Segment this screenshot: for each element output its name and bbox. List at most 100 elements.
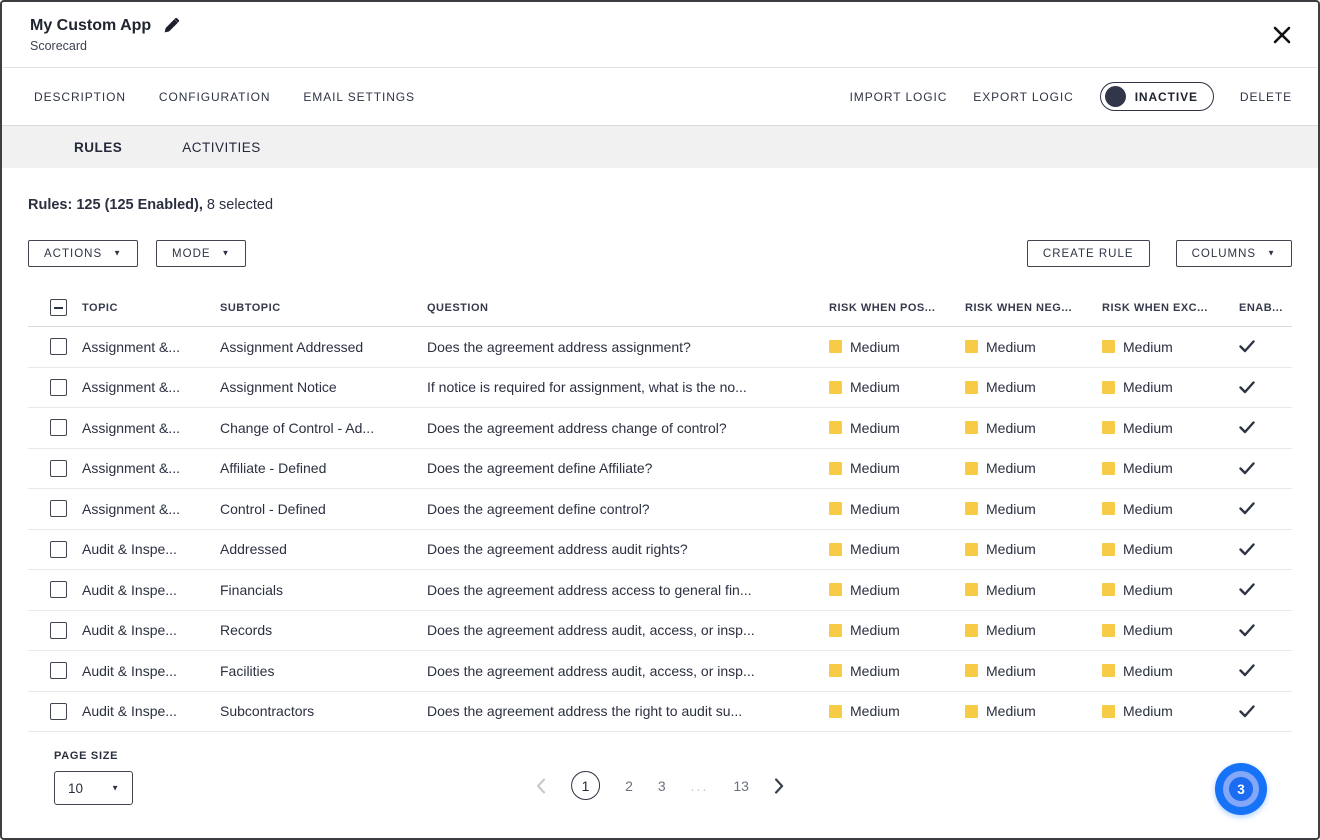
subtopic-cell: Change of Control - Ad... xyxy=(220,420,427,436)
row-checkbox[interactable] xyxy=(50,419,67,436)
walkthrough-step-badge[interactable]: 3 xyxy=(1215,763,1267,815)
delete-button[interactable]: DELETE xyxy=(1240,90,1292,104)
row-checkbox[interactable] xyxy=(50,338,67,355)
app-subtitle: Scorecard xyxy=(30,39,179,53)
risk-level-icon xyxy=(829,705,842,718)
enabled-cell xyxy=(1239,381,1292,394)
chevron-down-icon: ▼ xyxy=(1267,249,1276,258)
actions-dropdown[interactable]: ACTIONS ▼ xyxy=(28,240,138,267)
risk-when-exc-label: Medium xyxy=(1123,460,1173,476)
risk-when-pos-label: Medium xyxy=(850,703,900,719)
risk-level-icon xyxy=(829,421,842,434)
column-header-topic[interactable]: TOPIC xyxy=(82,302,220,314)
topic-cell: Audit & Inspe... xyxy=(82,663,220,679)
column-header-subtopic[interactable]: SUBTOPIC xyxy=(220,302,427,314)
risk-when-pos-cell: Medium xyxy=(829,339,965,355)
row-checkbox[interactable] xyxy=(50,703,67,720)
export-logic-button[interactable]: EXPORT LOGIC xyxy=(973,90,1073,104)
table-row[interactable]: Audit & Inspe... Records Does the agreem… xyxy=(28,611,1292,652)
risk-when-neg-label: Medium xyxy=(986,622,1036,638)
select-all-checkbox[interactable] xyxy=(50,299,67,316)
row-checkbox[interactable] xyxy=(50,622,67,639)
table-row[interactable]: Audit & Inspe... Financials Does the agr… xyxy=(28,570,1292,611)
table-row[interactable]: Audit & Inspe... Facilities Does the agr… xyxy=(28,651,1292,692)
chevron-down-icon: ▼ xyxy=(222,249,231,258)
tab-email-settings[interactable]: EMAIL SETTINGS xyxy=(303,90,415,104)
risk-level-icon xyxy=(1102,502,1115,515)
enabled-cell xyxy=(1239,583,1292,596)
table-row[interactable]: Assignment &... Assignment Notice If not… xyxy=(28,368,1292,409)
close-icon[interactable] xyxy=(1272,25,1292,45)
check-icon xyxy=(1239,664,1255,677)
risk-level-icon xyxy=(829,543,842,556)
tab-activities[interactable]: ACTIVITIES xyxy=(182,140,261,155)
table-row[interactable]: Assignment &... Affiliate - Defined Does… xyxy=(28,449,1292,490)
risk-when-pos-label: Medium xyxy=(850,582,900,598)
risk-when-pos-label: Medium xyxy=(850,501,900,517)
column-header-risk-when-exc[interactable]: RISK WHEN EXC... xyxy=(1102,302,1239,314)
topic-cell: Assignment &... xyxy=(82,460,220,476)
row-checkbox[interactable] xyxy=(50,460,67,477)
risk-when-exc-cell: Medium xyxy=(1102,379,1239,395)
risk-when-exc-cell: Medium xyxy=(1102,541,1239,557)
risk-when-exc-label: Medium xyxy=(1123,339,1173,355)
rules-summary: Rules: 125 (125 Enabled), 8 selected xyxy=(28,197,1292,213)
status-toggle[interactable]: INACTIVE xyxy=(1100,82,1214,111)
risk-when-neg-label: Medium xyxy=(986,460,1036,476)
page-button-13[interactable]: 13 xyxy=(733,778,749,794)
risk-when-neg-cell: Medium xyxy=(965,420,1102,436)
topic-cell: Audit & Inspe... xyxy=(82,622,220,638)
risk-level-icon xyxy=(965,502,978,515)
risk-level-icon xyxy=(829,502,842,515)
subtopic-cell: Facilities xyxy=(220,663,427,679)
subtopic-cell: Assignment Notice xyxy=(220,379,427,395)
tab-description[interactable]: DESCRIPTION xyxy=(34,90,126,104)
create-rule-button[interactable]: CREATE RULE xyxy=(1027,240,1150,267)
column-header-risk-when-neg[interactable]: RISK WHEN NEG... xyxy=(965,302,1102,314)
app-title: My Custom App xyxy=(30,17,151,35)
risk-level-icon xyxy=(829,340,842,353)
edit-title-icon[interactable] xyxy=(163,18,179,34)
risk-when-neg-label: Medium xyxy=(986,379,1036,395)
table-row[interactable]: Audit & Inspe... Addressed Does the agre… xyxy=(28,530,1292,571)
page-size-value: 10 xyxy=(68,781,83,796)
pagination: 1 2 3 ... 13 xyxy=(536,771,784,800)
table-row[interactable]: Assignment &... Change of Control - Ad..… xyxy=(28,408,1292,449)
risk-when-exc-cell: Medium xyxy=(1102,501,1239,517)
tab-rules[interactable]: RULES xyxy=(74,140,122,155)
row-checkbox[interactable] xyxy=(50,662,67,679)
risk-when-neg-label: Medium xyxy=(986,501,1036,517)
columns-dropdown[interactable]: COLUMNS ▼ xyxy=(1176,240,1292,267)
risk-level-icon xyxy=(965,705,978,718)
topic-cell: Assignment &... xyxy=(82,379,220,395)
row-checkbox[interactable] xyxy=(50,541,67,558)
topic-cell: Assignment &... xyxy=(82,339,220,355)
row-checkbox[interactable] xyxy=(50,379,67,396)
previous-page-icon[interactable] xyxy=(536,778,546,794)
page-button-3[interactable]: 3 xyxy=(658,778,666,794)
page-button-2[interactable]: 2 xyxy=(625,778,633,794)
risk-when-pos-cell: Medium xyxy=(829,420,965,436)
header-actions: IMPORT LOGIC EXPORT LOGIC INACTIVE DELET… xyxy=(850,82,1292,111)
next-page-icon[interactable] xyxy=(774,778,784,794)
table-row[interactable]: Audit & Inspe... Subcontractors Does the… xyxy=(28,692,1292,733)
question-cell: Does the agreement address access to gen… xyxy=(427,582,829,598)
sub-tab-bar: RULES ACTIVITIES xyxy=(2,126,1318,168)
column-header-risk-when-pos[interactable]: RISK WHEN POS... xyxy=(829,302,965,314)
row-checkbox[interactable] xyxy=(50,581,67,598)
table-row[interactable]: Assignment &... Assignment Addressed Doe… xyxy=(28,327,1292,368)
page-button-1[interactable]: 1 xyxy=(571,771,600,800)
page-size-control: PAGE SIZE 10 ▼ xyxy=(54,750,133,805)
risk-when-pos-label: Medium xyxy=(850,339,900,355)
risk-when-pos-label: Medium xyxy=(850,622,900,638)
question-cell: Does the agreement address audit, access… xyxy=(427,663,829,679)
tab-configuration[interactable]: CONFIGURATION xyxy=(159,90,270,104)
risk-level-icon xyxy=(965,462,978,475)
table-row[interactable]: Assignment &... Control - Defined Does t… xyxy=(28,489,1292,530)
row-checkbox[interactable] xyxy=(50,500,67,517)
import-logic-button[interactable]: IMPORT LOGIC xyxy=(850,90,948,104)
mode-dropdown[interactable]: MODE ▼ xyxy=(156,240,246,267)
page-size-select[interactable]: 10 ▼ xyxy=(54,771,133,805)
column-header-enabled[interactable]: ENAB... xyxy=(1239,302,1292,314)
column-header-question[interactable]: QUESTION xyxy=(427,302,829,314)
